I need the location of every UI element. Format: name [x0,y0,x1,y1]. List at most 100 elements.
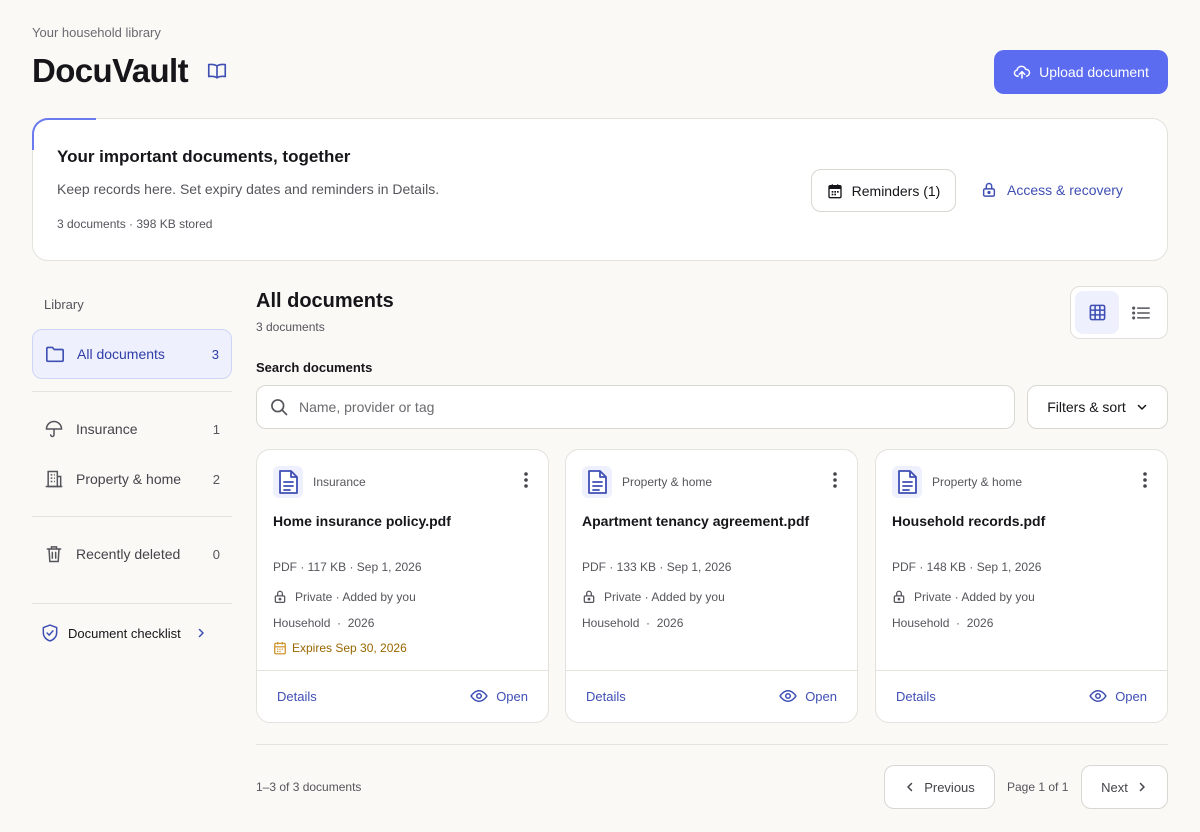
access-recovery-link[interactable]: Access & recovery [981,181,1123,198]
upload-document-button[interactable]: Upload document [994,50,1168,94]
sidebar-heading: Library [44,297,84,312]
document-icon [582,466,612,498]
details-link[interactable]: Details [896,689,936,704]
open-label: Open [1115,688,1147,704]
search-label: Search documents [256,360,373,375]
shield-check-icon [40,623,60,643]
document-card[interactable]: Property & home Household records.pdf PD… [875,449,1168,723]
access-recovery-label: Access & recovery [1007,181,1123,198]
open-label: Open [805,688,837,704]
document-privacy: Private · Added by you [582,589,725,604]
sidebar-divider [32,391,232,392]
document-name: Apartment tenancy agreement.pdf [582,513,810,529]
expiry-badge: Expires Sep 30, 2026 [273,641,407,655]
search-box [256,385,1015,429]
sidebar-item-label: All documents [77,346,165,362]
sidebar-item-property-home[interactable]: Property & home 2 [32,454,232,504]
document-checklist-link[interactable]: Document checklist [40,623,207,643]
search-input[interactable] [299,399,979,415]
open-button[interactable]: Open [470,688,528,704]
document-meta: PDF · 117 KB · Sep 1, 2026 [273,560,422,574]
open-button[interactable]: Open [779,688,837,704]
more-options-icon[interactable] [833,472,837,488]
more-options-icon[interactable] [1143,472,1147,488]
document-privacy: Private · Added by you [273,589,416,604]
document-category: Property & home [932,475,1023,489]
summary-subtitle: Keep records here. Set expiry dates and … [57,181,440,197]
sidebar-item-count: 0 [212,546,220,562]
lock-icon [892,589,906,604]
search-icon [269,397,289,417]
eye-icon [1089,688,1107,704]
sidebar-item-count: 1 [212,421,220,437]
calendar-icon [827,183,843,199]
card-accent [32,118,96,150]
privacy-label: Private · Added by you [914,589,1035,604]
folder-icon [45,345,67,363]
previous-label: Previous [924,779,975,795]
eyebrow-text: Your household library [32,25,161,40]
reminders-label: Reminders (1) [851,182,941,199]
privacy-label: Private · Added by you [604,589,725,604]
chevron-right-icon [195,627,207,639]
document-card[interactable]: Insurance Home insurance policy.pdf PDF … [256,449,549,723]
document-category: Insurance [313,475,366,489]
more-options-icon[interactable] [524,472,528,488]
section-title: All documents [256,290,394,312]
filters-sort-button[interactable]: Filters & sort [1027,385,1168,429]
cloud-upload-icon [1013,63,1031,81]
sidebar-item-all-documents[interactable]: All documents 3 [32,329,232,379]
building-icon [44,469,66,489]
grid-icon [1088,303,1107,322]
eye-icon [470,688,488,704]
page-indicator: Page 1 of 1 [1007,780,1069,794]
document-icon [273,466,303,498]
sidebar-item-recently-deleted[interactable]: Recently deleted 0 [32,529,232,579]
sidebar-divider [32,516,232,517]
previous-page-button[interactable]: Previous [884,765,995,809]
view-toggle [1070,286,1168,339]
summary-card: Your important documents, together Keep … [32,118,1168,261]
list-view-button[interactable] [1119,291,1163,334]
privacy-label: Private · Added by you [295,589,416,604]
document-checklist-label: Document checklist [68,625,181,641]
document-count: 3 documents [256,320,325,334]
document-tags: Household · 2026 [582,616,684,630]
storage-summary: 3 documents · 398 KB stored [57,217,213,231]
reminders-button[interactable]: Reminders (1) [811,169,956,212]
sidebar-divider [32,603,232,604]
open-button[interactable]: Open [1089,688,1147,704]
details-link[interactable]: Details [586,689,626,704]
summary-title: Your important documents, together [57,147,351,166]
card-footer [566,670,857,671]
next-page-button[interactable]: Next [1081,765,1168,809]
document-category: Property & home [622,475,713,489]
grid-view-button[interactable] [1075,291,1119,334]
upload-document-label: Upload document [1039,64,1149,80]
sidebar-item-label: Insurance [76,421,138,437]
sidebar-item-count: 2 [212,471,220,487]
app-title: DocuVault [32,52,189,89]
book-icon[interactable] [206,60,228,82]
chevron-left-icon [904,781,916,793]
card-footer [876,670,1167,671]
sidebar-item-insurance[interactable]: Insurance 1 [32,404,232,454]
filters-sort-label: Filters & sort [1047,399,1126,415]
list-icon [1131,304,1151,322]
sidebar-item-count: 3 [211,346,219,362]
document-name: Home insurance policy.pdf [273,513,451,529]
lock-icon [273,589,287,604]
lock-icon [582,589,596,604]
expiry-label: Expires Sep 30, 2026 [292,641,407,655]
document-meta: PDF · 133 KB · Sep 1, 2026 [582,560,732,574]
eye-icon [779,688,797,704]
sidebar-item-label: Property & home [76,471,182,487]
card-footer [257,670,548,671]
document-tags: Household · 2026 [892,616,994,630]
document-card[interactable]: Property & home Apartment tenancy agreem… [565,449,858,723]
trash-icon [44,544,66,564]
lock-icon [981,181,997,198]
document-privacy: Private · Added by you [892,589,1035,604]
details-link[interactable]: Details [277,689,317,704]
open-label: Open [496,688,528,704]
